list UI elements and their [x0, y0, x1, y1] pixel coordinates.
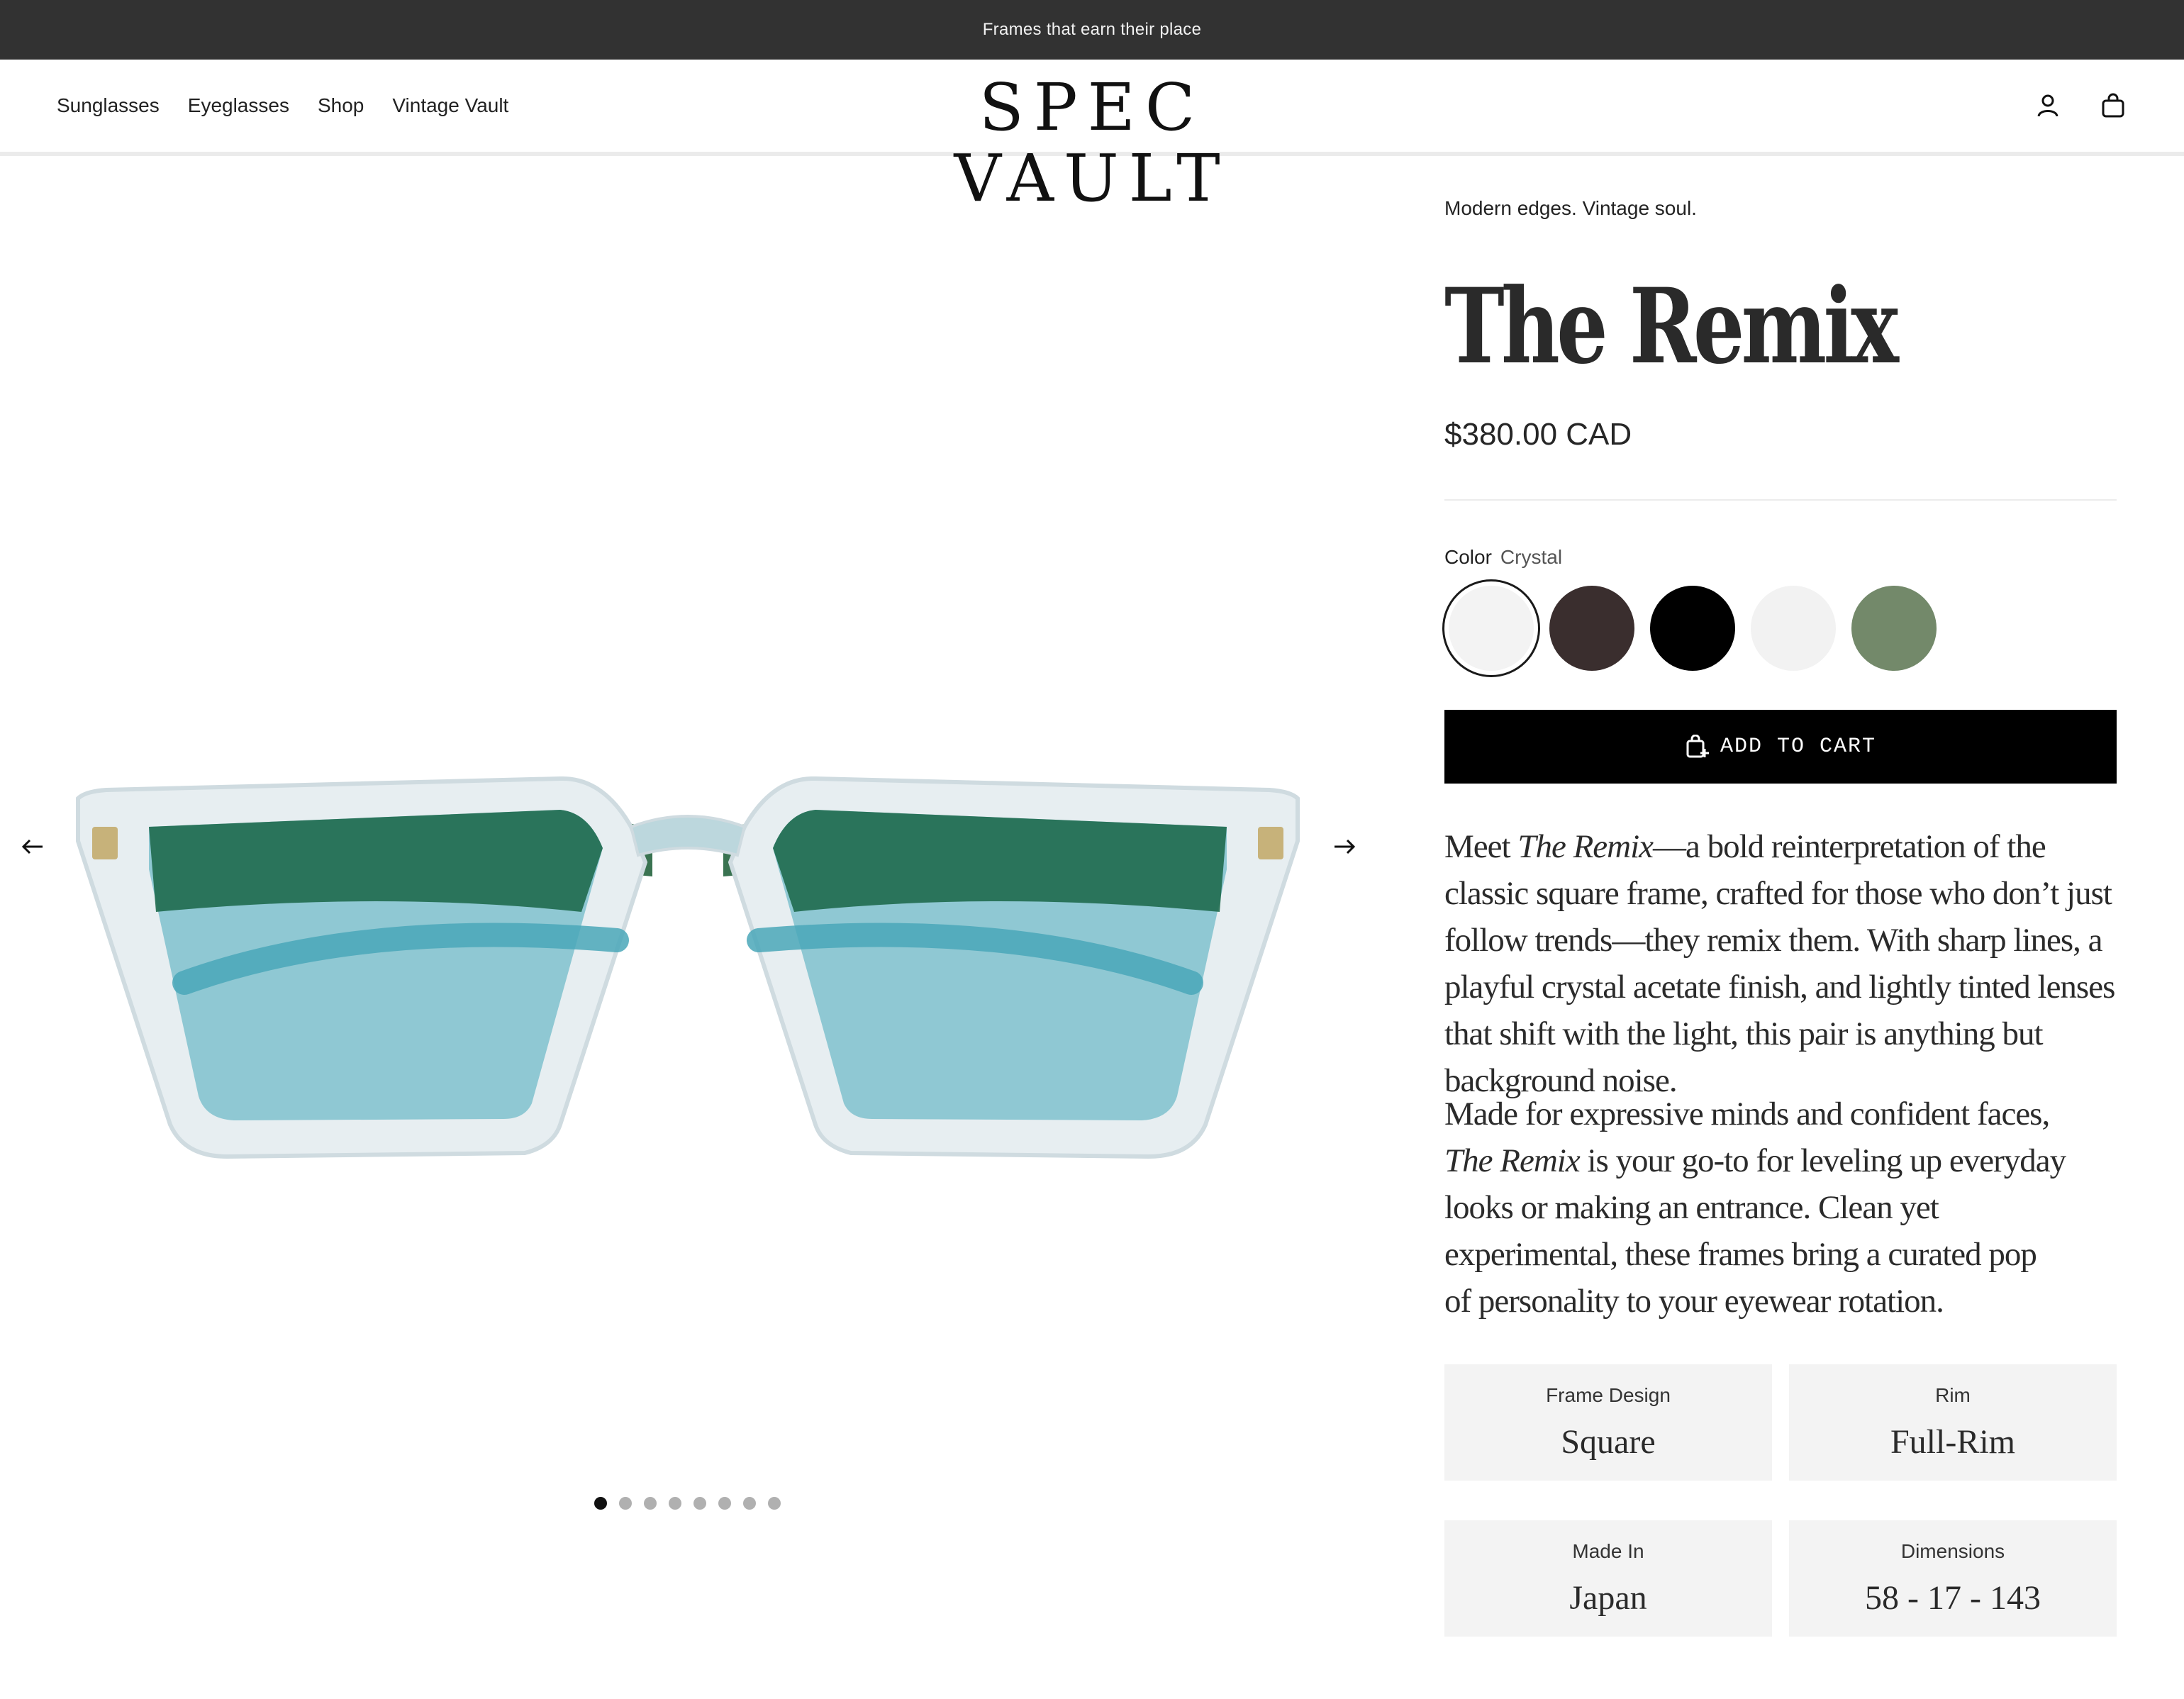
- spec-label: Made In: [1572, 1539, 1644, 1562]
- gallery-dot[interactable]: [768, 1497, 781, 1510]
- arrow-left-icon: [21, 839, 43, 854]
- add-to-cart-label: ADD TO CART: [1720, 735, 1877, 759]
- add-to-cart-button[interactable]: ADD TO CART: [1444, 710, 2117, 784]
- header-actions: [2034, 60, 2127, 152]
- color-selector-label: Color Crystal: [1444, 546, 1562, 569]
- desc-p1-rest: —a bold reinterpretation of the classic …: [1444, 828, 2115, 1099]
- description-paragraph-2: Made for expressive minds and confident …: [1444, 1091, 2068, 1325]
- product-gallery: [0, 160, 1376, 1699]
- nav-shop[interactable]: Shop: [318, 94, 364, 117]
- desc-p2-lead: Made for expressive minds and confident …: [1444, 1096, 2050, 1132]
- swatch-green[interactable]: [1851, 586, 1937, 671]
- announcement-bar: Frames that earn their place: [0, 0, 2184, 60]
- site-header: Sunglasses Eyeglasses Shop Vintage Vault…: [0, 60, 2184, 214]
- nav-eyeglasses[interactable]: Eyeglasses: [188, 94, 289, 117]
- divider: [1444, 499, 2117, 501]
- arrow-right-icon: [1335, 839, 1356, 854]
- gallery-dot[interactable]: [594, 1497, 607, 1510]
- product-tagline: Modern edges. Vintage soul.: [1444, 197, 1697, 219]
- color-label: Color: [1444, 546, 1492, 568]
- product-price: $380.00 CAD: [1444, 417, 1632, 452]
- spec-dimensions: Dimensions 58 - 17 - 143: [1789, 1520, 2117, 1637]
- spec-frame-design: Frame Design Square: [1444, 1364, 1772, 1481]
- main-nav: Sunglasses Eyeglasses Shop Vintage Vault: [57, 60, 508, 152]
- gallery-pagination: [594, 1497, 781, 1510]
- gallery-dot[interactable]: [644, 1497, 657, 1510]
- spec-made-in: Made In Japan: [1444, 1520, 1772, 1637]
- gallery-dot[interactable]: [669, 1497, 681, 1510]
- gallery-dot[interactable]: [693, 1497, 706, 1510]
- nav-vintage-vault[interactable]: Vintage Vault: [392, 94, 508, 117]
- spec-value: Japan: [1569, 1578, 1647, 1617]
- spec-label: Dimensions: [1900, 1539, 2005, 1562]
- bag-icon[interactable]: [2099, 91, 2127, 120]
- gallery-next-button[interactable]: [1325, 827, 1364, 867]
- description-paragraph-1: Meet The Remix—a bold reinterpretation o…: [1444, 823, 2117, 1104]
- spec-label: Frame Design: [1546, 1383, 1671, 1406]
- selected-color-value: Crystal: [1500, 546, 1563, 568]
- gallery-prev-button[interactable]: [13, 827, 52, 867]
- gallery-dot[interactable]: [718, 1497, 731, 1510]
- product-page: Frames that earn their place Sunglasses …: [0, 0, 2184, 1699]
- gallery-dot[interactable]: [743, 1497, 756, 1510]
- swatch-crystal[interactable]: [1442, 579, 1540, 677]
- account-icon[interactable]: [2034, 91, 2062, 120]
- spec-value: Full-Rim: [1890, 1422, 2016, 1461]
- desc-p1-meet: Meet: [1444, 828, 1518, 865]
- desc-p1-name: The Remix: [1517, 828, 1654, 865]
- desc-p2-name: The Remix: [1444, 1142, 1581, 1179]
- swatch-brown[interactable]: [1549, 586, 1634, 671]
- swatch-clear[interactable]: [1751, 586, 1836, 671]
- product-image: [76, 776, 1300, 1159]
- spec-rim: Rim Full-Rim: [1789, 1364, 2117, 1481]
- spec-label: Rim: [1935, 1383, 1971, 1406]
- color-swatches: [1442, 579, 1937, 677]
- spec-value: Square: [1561, 1422, 1656, 1461]
- brand-logo[interactable]: SPEC VAULT: [872, 72, 1312, 214]
- gallery-dot[interactable]: [619, 1497, 632, 1510]
- spec-grid: Frame Design Square Rim Full-Rim Made In…: [1444, 1364, 2117, 1637]
- cart-add-icon: [1686, 735, 1709, 758]
- nav-sunglasses[interactable]: Sunglasses: [57, 94, 160, 117]
- product-title: The Remix: [1444, 266, 1899, 387]
- announcement-text: Frames that earn their place: [982, 20, 1202, 39]
- spec-value: 58 - 17 - 143: [1865, 1578, 2041, 1617]
- swatch-black[interactable]: [1650, 586, 1735, 671]
